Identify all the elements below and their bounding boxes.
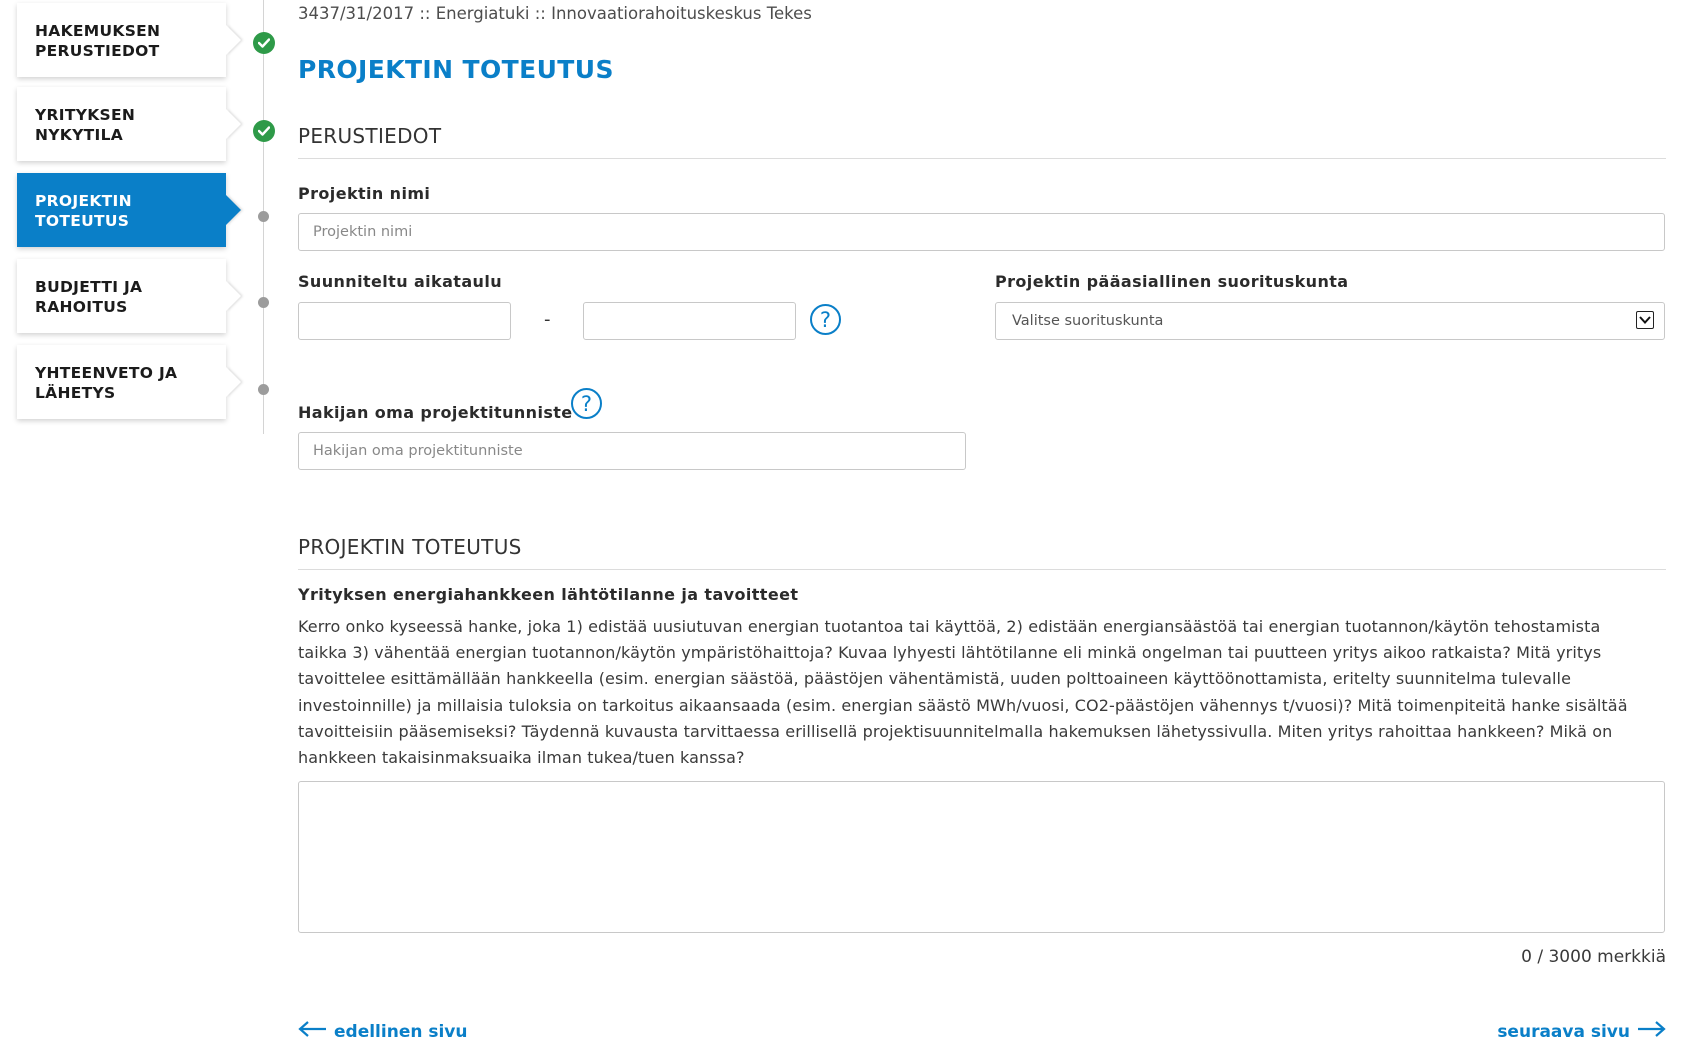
check-circle-icon (253, 120, 275, 142)
character-counter: 0 / 3000 merkkiä (1521, 947, 1666, 967)
project-name-label: Projektin nimi (298, 184, 431, 203)
schedule-label: Suunniteltu aikataulu (298, 272, 502, 291)
question-circle-icon[interactable]: ? (571, 388, 602, 419)
divider (298, 569, 1666, 570)
step-pending-dot (258, 384, 269, 395)
nav-step-label-line2: LÄHETYS (35, 384, 116, 402)
chevron-down-icon[interactable] (1636, 311, 1654, 329)
unit-select-value: Valitse suorituskunta (1012, 313, 1164, 329)
nav-step-label-line2: PERUSTIEDOT (35, 42, 160, 60)
breadcrumb: 3437/31/2017 :: Energiatuki :: Innovaati… (298, 4, 812, 23)
arrow-left-icon (298, 1020, 328, 1043)
question-circle-icon[interactable]: ? (810, 304, 841, 335)
step-pending-dot (258, 297, 269, 308)
nav-step-label-line1: PROJEKTIN (35, 192, 132, 210)
next-page-link[interactable]: seuraava sivu (1497, 1020, 1666, 1043)
step-pending-dot (258, 211, 269, 222)
unit-select[interactable]: Valitse suorituskunta (995, 302, 1665, 340)
section-title-perustiedot: PERUSTIEDOT (298, 124, 442, 148)
divider (298, 158, 1666, 159)
section-title-toteutus: PROJEKTIN TOTEUTUS (298, 535, 522, 559)
nav-step-label-line2: TOTEUTUS (35, 212, 130, 230)
previous-page-label: edellinen sivu (334, 1021, 468, 1042)
nav-step-yrityksen-nykytila[interactable]: YRITYKSEN NYKYTILA (17, 87, 226, 161)
nav-step-label-line2: NYKYTILA (35, 126, 124, 144)
nav-step-label-line1: HAKEMUKSEN (35, 22, 161, 40)
nav-step-hakemuksen-perustiedot[interactable]: HAKEMUKSEN PERUSTIEDOT (17, 3, 226, 77)
unit-label: Projektin pääasiallinen suorituskunta (995, 272, 1349, 291)
question-description: Kerro onko kyseessä hanke, joka 1) edist… (298, 617, 1628, 768)
previous-page-link[interactable]: edellinen sivu (298, 1020, 468, 1043)
project-name-input[interactable] (298, 213, 1665, 251)
page-title: PROJEKTIN TOTEUTUS (298, 55, 614, 84)
nav-step-label-line1: YRITYKSEN (35, 106, 136, 124)
nav-step-label-line1: YHTEENVETO JA (35, 364, 178, 382)
nav-step-label-line1: BUDJETTI JA (35, 278, 143, 296)
own-id-input[interactable] (298, 432, 966, 470)
own-id-label: Hakijan oma projektitunniste (298, 403, 573, 422)
nav-step-projektin-toteutus[interactable]: PROJEKTIN TOTEUTUS (17, 173, 226, 247)
nav-step-label-line2: RAHOITUS (35, 298, 128, 316)
nav-step-budjetti-ja-rahoitus[interactable]: BUDJETTI JA RAHOITUS (17, 259, 226, 333)
schedule-separator: - (544, 309, 551, 330)
next-page-label: seuraava sivu (1497, 1021, 1630, 1042)
schedule-end-input[interactable] (583, 302, 796, 340)
nav-step-yhteenveto-ja-lahetys[interactable]: YHTEENVETO JA LÄHETYS (17, 345, 226, 419)
arrow-right-icon (1636, 1020, 1666, 1043)
answer-textarea[interactable] (298, 781, 1665, 933)
schedule-start-input[interactable] (298, 302, 511, 340)
check-circle-icon (253, 32, 275, 54)
question-label: Yrityksen energiahankkeen lähtötilanne j… (298, 585, 799, 604)
